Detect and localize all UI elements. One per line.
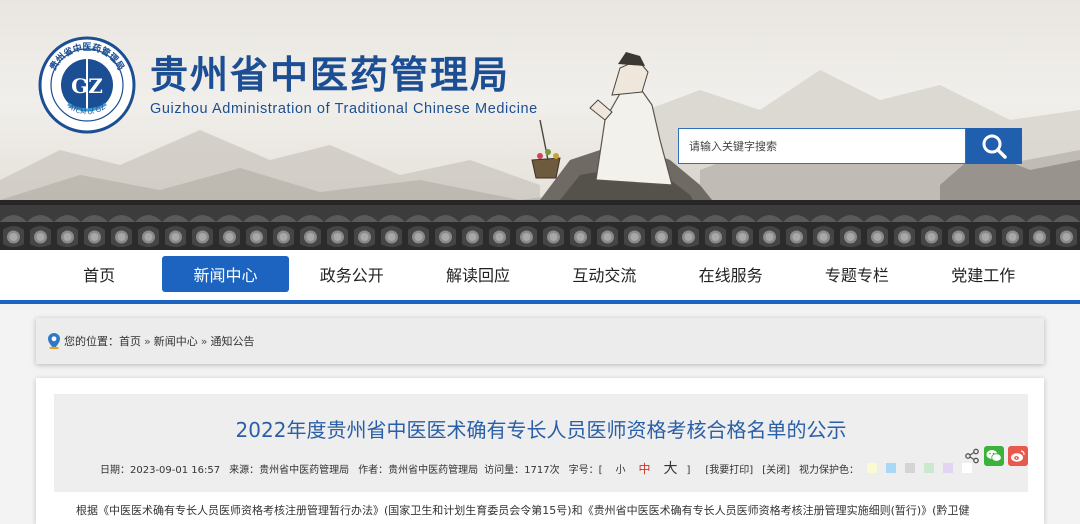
article-header: 2022年度贵州省中医医术确有专长人员医师资格考核合格名单的公示 日期：2023…	[54, 394, 1028, 492]
nav-item-news[interactable]: 新闻中心	[162, 256, 289, 292]
nav-item-party[interactable]: 党建工作	[920, 256, 1046, 292]
bureau-logo: GZ 贵州省中医药管理局 ATCM of GZ	[38, 36, 136, 134]
article-panel: 2022年度贵州省中医医术确有专长人员医师资格考核合格名单的公示 日期：2023…	[36, 378, 1044, 524]
eye-color-swatch-4[interactable]	[943, 463, 954, 473]
nav-item-gov-affairs[interactable]: 政务公开	[289, 256, 415, 292]
article-author: 作者：贵州省中医药管理局	[358, 464, 479, 476]
eye-color-swatch-0[interactable]	[867, 463, 878, 473]
search-input[interactable]	[678, 128, 966, 164]
article-visits: 访问量：1717次	[484, 464, 560, 476]
header-banner: GZ 贵州省中医药管理局 ATCM of GZ 贵州省中医药管理局 Guizho…	[0, 0, 1080, 250]
location-pin-icon	[48, 333, 60, 349]
font-medium-button[interactable]: 中	[638, 462, 650, 476]
article-date: 日期：2023-09-01 16:57	[100, 464, 221, 476]
roof-tiles-decoration	[0, 200, 1080, 250]
search-icon	[982, 134, 1007, 159]
article-source: 来源：贵州省中医药管理局	[229, 464, 350, 476]
eye-color-swatch-3[interactable]	[924, 463, 935, 473]
site-title-cn: 贵州省中医药管理局	[150, 52, 511, 97]
breadcrumb-current-link[interactable]: 通知公告	[210, 335, 254, 348]
font-small-button[interactable]: 小	[615, 465, 625, 476]
breadcrumb: 您的位置：首页» 新闻中心» 通知公告	[36, 318, 1044, 364]
close-link[interactable]: [关闭]	[762, 461, 790, 476]
weibo-icon	[1011, 450, 1025, 462]
breadcrumb-separator: »	[200, 335, 208, 348]
nav-item-online-service[interactable]: 在线服务	[667, 256, 793, 292]
nav-item-interaction[interactable]: 互动交流	[541, 256, 667, 292]
search-bar	[678, 128, 1022, 164]
wechat-share-button[interactable]	[984, 446, 1004, 466]
wechat-icon	[986, 450, 1002, 462]
eye-color-swatch-2[interactable]	[905, 463, 916, 473]
font-size-bracket: ]	[686, 465, 691, 476]
search-button[interactable]	[966, 128, 1022, 164]
nav-item-interpretation[interactable]: 解读回应	[415, 256, 541, 292]
font-size-label: 字号：[ 小 中大]	[569, 458, 700, 478]
font-large-button[interactable]: 大	[664, 461, 678, 477]
share-icon[interactable]	[964, 448, 980, 464]
article-body: 根据《中医医术确有专长人员医师资格考核注册管理暂行办法》(国家卫生和计划生育委员…	[76, 504, 970, 517]
font-size-label-text: 字号：[	[568, 465, 603, 476]
breadcrumb-separator: »	[144, 335, 151, 348]
print-link[interactable]: [我要打印]	[705, 461, 753, 476]
weibo-share-button[interactable]	[1008, 446, 1028, 466]
breadcrumb-prefix: 您的位置：	[64, 335, 119, 348]
main-nav: 首页 新闻中心 政务公开 解读回应 互动交流 在线服务 专题专栏 党建工作	[0, 250, 1080, 302]
breadcrumb-home-link[interactable]: 首页	[119, 335, 141, 348]
eye-color-swatch-1[interactable]	[886, 463, 897, 473]
nav-item-topics[interactable]: 专题专栏	[794, 256, 920, 292]
nav-item-home[interactable]: 首页	[36, 256, 162, 292]
share-tools	[964, 446, 1028, 466]
breadcrumb-section-link[interactable]: 新闻中心	[154, 335, 198, 348]
article-title: 2022年度贵州省中医医术确有专长人员医师资格考核合格名单的公示	[235, 418, 847, 442]
eye-care-label: 视力保护色：	[799, 464, 860, 476]
site-title-en: Guizhou Administration of Traditional Ch…	[150, 101, 538, 117]
article-meta: 日期：2023-09-01 16:57 来源：贵州省中医药管理局 作者：贵州省中…	[100, 458, 990, 478]
